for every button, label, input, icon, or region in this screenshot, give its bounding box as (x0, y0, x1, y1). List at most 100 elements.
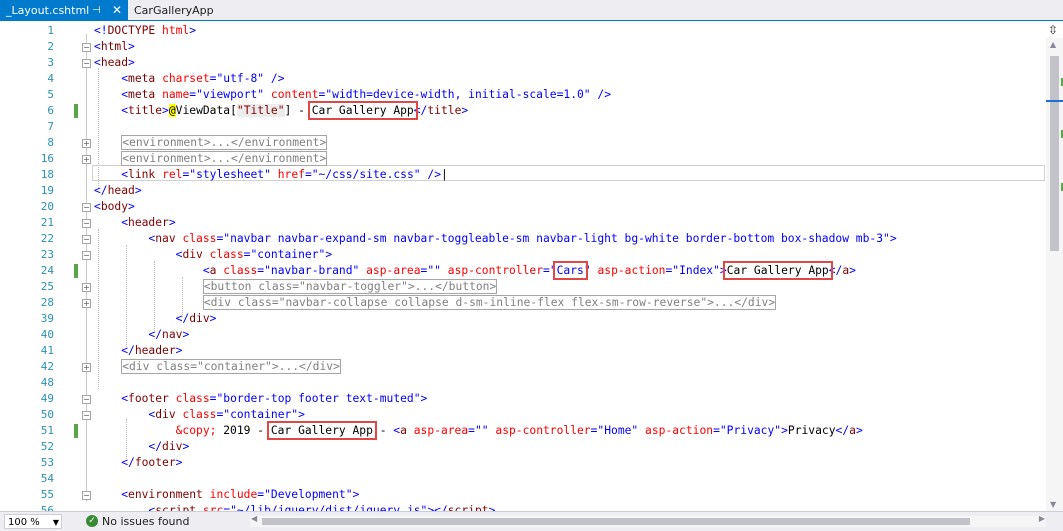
code-line: 8 + <environment>...</environment> (0, 135, 1046, 151)
expand-icon[interactable]: + (82, 299, 91, 308)
line-number: 23 (40, 248, 54, 261)
collapse-icon[interactable]: − (82, 395, 91, 404)
line-number: 24 (40, 264, 54, 277)
line-number: 3 (47, 56, 54, 69)
tab-layout-cshtml[interactable]: _Layout.cshtml ⊣ ✕ (0, 0, 128, 21)
code-line: 54 (0, 471, 1046, 487)
collapsed-region[interactable]: <button class="navbar-toggler">...</butt… (202, 279, 498, 294)
line-number: 1 (47, 24, 54, 37)
code-line: 22− <nav class="navbar navbar-expand-sm … (0, 231, 1046, 247)
code-line: 52 </div> (0, 439, 1046, 455)
line-number: 28 (40, 296, 54, 309)
line-number: 48 (40, 376, 54, 389)
line-number: 4 (47, 72, 54, 85)
document-tab-bar: _Layout.cshtml ⊣ ✕ CarGalleryApp (0, 0, 1063, 21)
caret-marker (1046, 100, 1063, 102)
line-number: 39 (40, 312, 54, 325)
expand-icon[interactable]: + (82, 139, 91, 148)
collapsed-region[interactable]: <div class="container">...</div> (121, 359, 341, 374)
code-line: 2− <html> (0, 39, 1046, 55)
check-circle-icon[interactable]: ✓ (86, 515, 98, 527)
code-line: 41 </header> (0, 343, 1046, 359)
highlight-footer-text: Car Gallery App (270, 424, 373, 437)
change-marker (74, 264, 78, 278)
highlight-brand-text: Car Gallery App (726, 264, 829, 277)
pin-icon[interactable]: ⊣ (92, 0, 101, 21)
collapse-icon[interactable]: − (82, 59, 91, 68)
collapse-icon[interactable]: − (82, 43, 91, 52)
change-marker (74, 104, 78, 118)
horizontal-scrollbar[interactable]: ◀ ▶ (250, 514, 1046, 527)
line-number: 6 (47, 104, 54, 117)
tab-cargalleryapp[interactable]: CarGalleryApp (128, 0, 220, 21)
split-window-icon[interactable]: ⇳ (1045, 22, 1061, 38)
tab-label: CarGalleryApp (134, 4, 214, 17)
expand-icon[interactable]: + (82, 363, 91, 372)
collapsed-region[interactable]: <div class="navbar-collapse collapse d-s… (202, 295, 777, 310)
expand-icon[interactable]: + (82, 283, 91, 292)
highlight-controller-value: Cars (556, 264, 584, 277)
collapsed-region[interactable]: <environment>...</environment> (121, 151, 328, 166)
status-bar: 100 % ▼ ✓ No issues found ◀ ▶ (0, 511, 1063, 531)
line-number: 2 (47, 40, 54, 53)
scroll-up-icon[interactable]: ▲ (1050, 40, 1056, 49)
code-line: 18 <link rel="stylesheet" href="~/css/si… (0, 167, 1046, 183)
code-line: 20− <body> (0, 199, 1046, 215)
line-number: 20 (40, 200, 54, 213)
line-number: 49 (40, 392, 54, 405)
code-line: 7 (0, 119, 1046, 135)
line-number: 41 (40, 344, 54, 357)
scroll-right-icon[interactable]: ▶ (1039, 514, 1045, 523)
code-line: 48 (0, 375, 1046, 391)
line-number: 56 (40, 504, 54, 511)
code-line: 16 + <environment>...</environment> (0, 151, 1046, 167)
code-line: 23− <div class="container"> (0, 247, 1046, 263)
code-line: 19 </head> (0, 183, 1046, 199)
code-line: 49− <footer class="border-top footer tex… (0, 391, 1046, 407)
scroll-thumb[interactable] (262, 518, 970, 525)
code-editor[interactable]: 1 <!DOCTYPE html> 2− <html> 3− <head> 4 <me… (0, 21, 1046, 511)
zoom-dropdown[interactable]: 100 % ▼ (4, 514, 62, 529)
chevron-down-icon: ▼ (52, 518, 59, 527)
line-number: 7 (47, 120, 54, 133)
code-line: 1 <!DOCTYPE html> (0, 23, 1046, 39)
code-line: 39 </div> (0, 311, 1046, 327)
line-number: 19 (40, 184, 54, 197)
issues-status[interactable]: No issues found (102, 514, 189, 530)
line-number: 21 (40, 216, 54, 229)
line-number: 22 (40, 232, 54, 245)
scroll-down-icon[interactable]: ▼ (1050, 500, 1056, 509)
line-number: 51 (40, 424, 54, 437)
expand-icon[interactable]: + (82, 155, 91, 164)
close-icon[interactable]: ✕ (112, 0, 122, 21)
line-number: 25 (40, 280, 54, 293)
code-line: 3− <head> (0, 55, 1046, 71)
code-line: 42 + <div class="container">...</div> (0, 359, 1046, 375)
scroll-left-icon[interactable]: ◀ (251, 514, 257, 523)
zoom-value: 100 % (8, 517, 40, 528)
code-line: 6 <title>@ViewData["Title"] - Car Galler… (0, 103, 1046, 119)
collapsed-region[interactable]: <environment>...</environment> (121, 135, 328, 150)
collapse-icon[interactable]: − (82, 219, 91, 228)
collapse-icon[interactable]: − (82, 251, 91, 260)
change-marker (74, 424, 78, 438)
code-line: 55− <environment include="Development"> (0, 487, 1046, 503)
line-number: 55 (40, 488, 54, 501)
collapse-icon[interactable]: − (82, 203, 91, 212)
code-line: 25 + <button class="navbar-toggler">...</… (0, 279, 1046, 295)
code-line: 24 <a class="navbar-brand" asp-area="" a… (0, 263, 1046, 279)
scroll-thumb[interactable] (1050, 56, 1059, 251)
line-number: 40 (40, 328, 54, 341)
code-line: 28 + <div class="navbar-collapse collapse… (0, 295, 1046, 311)
collapse-icon[interactable]: − (82, 491, 91, 500)
collapse-icon[interactable]: − (82, 235, 91, 244)
vertical-scrollbar[interactable]: ▲ ▼ (1046, 38, 1063, 511)
tab-label: _Layout.cshtml (6, 4, 90, 17)
line-number: 53 (40, 456, 54, 469)
collapse-icon[interactable]: − (82, 411, 91, 420)
line-number: 52 (40, 440, 54, 453)
code-line: 51 &copy; 2019 - Car Gallery App - <a as… (0, 423, 1046, 439)
code-line: 4 <meta charset="utf-8" /> (0, 71, 1046, 87)
line-number: 8 (47, 136, 54, 149)
code-line: 50− <div class="container"> (0, 407, 1046, 423)
